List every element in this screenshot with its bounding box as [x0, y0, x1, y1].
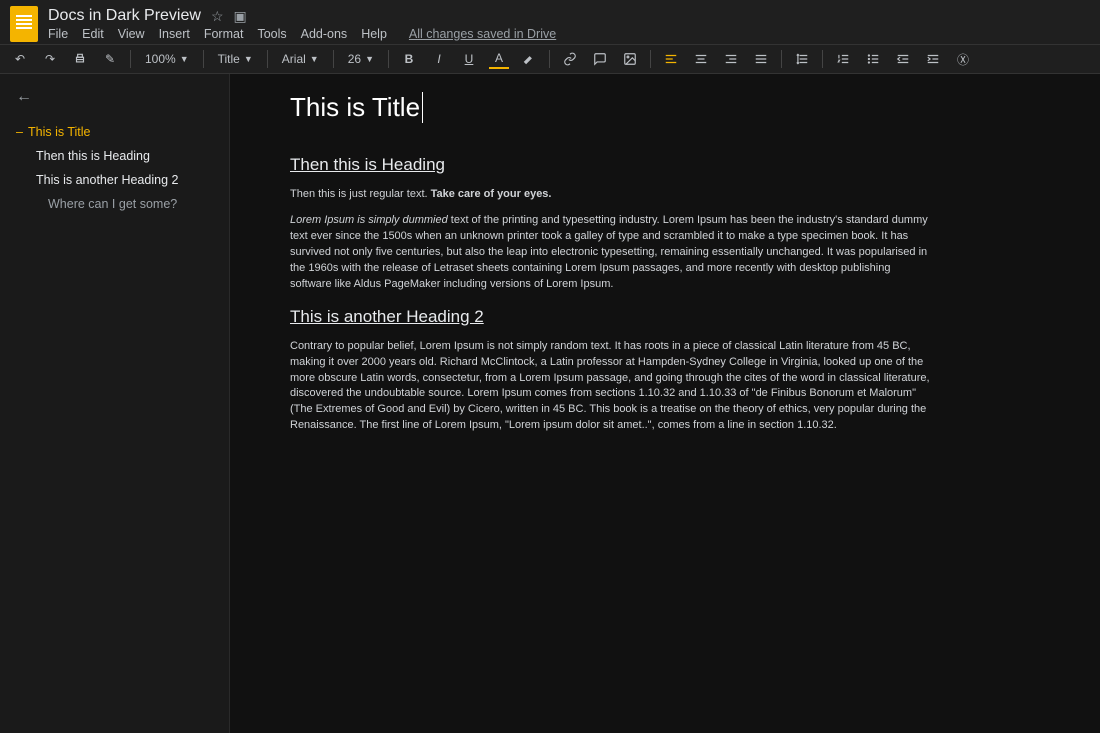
insert-link-button[interactable] — [560, 49, 580, 69]
outline-back-icon[interactable]: ← — [16, 88, 32, 106]
google-docs-app: Docs in Dark Preview ☆ ▣ File Edit View … — [0, 0, 1100, 733]
doc-intro-paragraph[interactable]: Then this is just regular text. Take car… — [290, 187, 930, 203]
redo-button[interactable]: ↷ — [40, 49, 60, 69]
undo-button[interactable]: ↶ — [10, 49, 30, 69]
outline-item-heading-1[interactable]: Then this is Heading — [16, 144, 217, 168]
numbered-list-button[interactable] — [833, 49, 853, 69]
chevron-down-icon: ▼ — [365, 54, 374, 64]
doc-heading-2[interactable]: This is another Heading 2 — [290, 307, 930, 327]
increase-indent-button[interactable] — [923, 49, 943, 69]
main-area: ← This is Title Then this is Heading Thi… — [0, 74, 1100, 733]
chevron-down-icon: ▼ — [180, 54, 189, 64]
menu-format[interactable]: Format — [204, 27, 244, 41]
size-value: 26 — [348, 52, 361, 66]
star-icon[interactable]: ☆ — [211, 8, 224, 25]
menu-edit[interactable]: Edit — [82, 27, 104, 41]
titlebar: Docs in Dark Preview ☆ ▣ File Edit View … — [0, 0, 1100, 44]
doc-paragraph-1[interactable]: Lorem Ipsum is simply dummied text of th… — [290, 213, 930, 293]
align-center-button[interactable] — [691, 49, 711, 69]
italic-button[interactable]: I — [429, 49, 449, 69]
line-spacing-button[interactable] — [792, 49, 812, 69]
menu-insert[interactable]: Insert — [159, 27, 190, 41]
insert-image-button[interactable] — [620, 49, 640, 69]
align-right-button[interactable] — [721, 49, 741, 69]
document-title[interactable]: Docs in Dark Preview — [48, 7, 201, 25]
bulleted-list-button[interactable] — [863, 49, 883, 69]
decrease-indent-button[interactable] — [893, 49, 913, 69]
font-select[interactable]: Arial ▼ — [278, 50, 323, 68]
clear-formatting-button[interactable]: Ⓧ — [953, 49, 973, 69]
menu-file[interactable]: File — [48, 27, 68, 41]
paragraph-style-select[interactable]: Title ▼ — [214, 50, 257, 68]
paint-format-button[interactable]: ✎ — [100, 49, 120, 69]
zoom-select[interactable]: 100% ▼ — [141, 50, 193, 68]
menu-view[interactable]: View — [118, 27, 145, 41]
highlight-button[interactable] — [519, 49, 539, 69]
intro-bold: Take care of your eyes. — [431, 188, 552, 200]
menu-help[interactable]: Help — [361, 27, 387, 41]
save-status[interactable]: All changes saved in Drive — [409, 27, 556, 41]
outline-item-heading-2[interactable]: This is another Heading 2 — [16, 168, 217, 192]
move-to-folder-icon[interactable]: ▣ — [234, 8, 247, 25]
align-left-button[interactable] — [661, 49, 681, 69]
document-canvas[interactable]: This is Title Then this is Heading Then … — [230, 74, 1100, 733]
text-color-button[interactable]: A — [489, 49, 509, 69]
title-group: Docs in Dark Preview ☆ ▣ File Edit View … — [48, 7, 556, 41]
outline-item-title[interactable]: This is Title — [16, 120, 217, 144]
underline-button[interactable]: U — [459, 49, 479, 69]
document-page[interactable]: This is Title Then this is Heading Then … — [290, 92, 930, 434]
chevron-down-icon: ▼ — [244, 54, 253, 64]
docs-logo-icon[interactable] — [10, 6, 38, 42]
intro-text: Then this is just regular text. — [290, 188, 431, 200]
add-comment-button[interactable] — [590, 49, 610, 69]
print-button[interactable] — [70, 49, 90, 69]
bold-button[interactable]: B — [399, 49, 419, 69]
outline-item-heading-3[interactable]: Where can I get some? — [16, 192, 217, 216]
doc-title-heading[interactable]: This is Title — [290, 92, 423, 123]
menu-addons[interactable]: Add-ons — [301, 27, 348, 41]
chevron-down-icon: ▼ — [310, 54, 319, 64]
menubar: File Edit View Insert Format Tools Add-o… — [48, 27, 556, 41]
document-outline: ← This is Title Then this is Heading Thi… — [0, 74, 230, 733]
style-value: Title — [218, 52, 240, 66]
font-size-select[interactable]: 26 ▼ — [344, 50, 378, 68]
menu-tools[interactable]: Tools — [257, 27, 286, 41]
zoom-value: 100% — [145, 52, 176, 66]
align-justify-button[interactable] — [751, 49, 771, 69]
toolbar: ↶ ↷ ✎ 100% ▼ Title ▼ Arial ▼ 26 ▼ B I U A — [0, 44, 1100, 74]
font-value: Arial — [282, 52, 306, 66]
doc-heading-1[interactable]: Then this is Heading — [290, 155, 930, 175]
doc-paragraph-2[interactable]: Contrary to popular belief, Lorem Ipsum … — [290, 339, 930, 435]
para1-lead: Lorem Ipsum is simply dummied — [290, 214, 448, 226]
